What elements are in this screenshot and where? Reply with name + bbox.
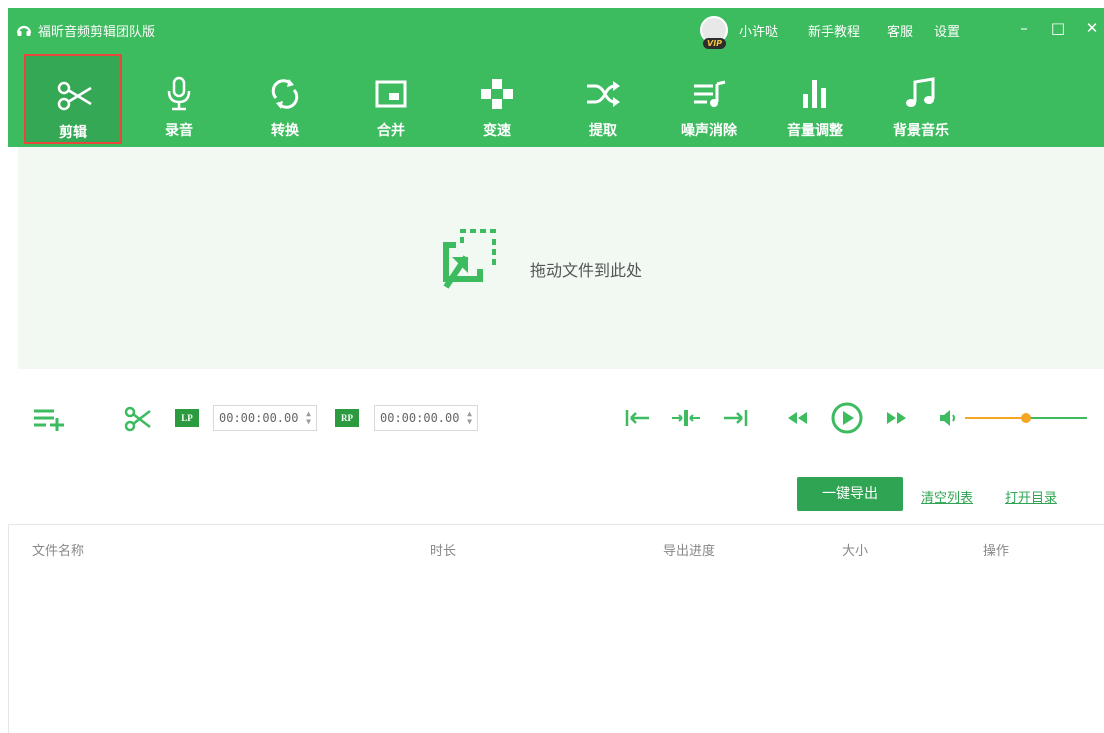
- tool-label: 提取: [589, 123, 617, 139]
- column-header-size: 大小: [842, 544, 869, 559]
- tool-label: 转换: [271, 123, 299, 139]
- tool-label: 录音: [165, 123, 193, 139]
- column-header-progress: 导出进度: [663, 544, 716, 559]
- tool-label: 背景音乐: [893, 123, 949, 139]
- list-border: [8, 525, 9, 733]
- maximize-button[interactable]: □: [1048, 18, 1068, 38]
- tool-extract[interactable]: 提取: [554, 54, 652, 144]
- rp-badge: RP: [335, 409, 359, 427]
- app-title: 福昕音频剪辑团队版: [38, 25, 156, 40]
- open-directory-link[interactable]: 打开目录: [1005, 487, 1057, 506]
- column-header-filename: 文件名称: [32, 544, 85, 559]
- minimize-button[interactable]: –: [1014, 18, 1034, 38]
- app-window: 福昕音频剪辑团队版 VIP 小许哒 新手教程 客服 设置 – □ ✕ 剪辑 录音: [8, 8, 1104, 733]
- rp-stepper-icon[interactable]: ▲ ▼: [467, 410, 472, 426]
- close-button[interactable]: ✕: [1082, 18, 1102, 38]
- menu-service[interactable]: 客服: [887, 21, 913, 40]
- tool-cut[interactable]: 剪辑: [24, 54, 122, 144]
- noise-icon: [694, 80, 726, 107]
- tool-label: 合并: [377, 123, 405, 139]
- tool-merge[interactable]: 合并: [342, 54, 440, 144]
- tool-speed[interactable]: 变速: [448, 54, 546, 144]
- play-icon[interactable]: [830, 401, 864, 435]
- lp-stepper-icon[interactable]: ▲ ▼: [306, 410, 311, 426]
- shuffle-icon: [587, 81, 620, 107]
- function-toolbar: 剪辑 录音 转换 合并 变速 提取 噪声消除 音量调整 背景音乐: [8, 52, 1104, 147]
- tool-convert[interactable]: 转换: [236, 54, 334, 144]
- rp-time-value: 00:00:00.00: [380, 411, 460, 425]
- cut-icon[interactable]: [124, 406, 152, 432]
- drop-hint-text: 拖动文件到此处: [530, 261, 643, 280]
- tool-label: 变速: [483, 123, 511, 139]
- convert-icon: [271, 79, 299, 109]
- split-icon[interactable]: [670, 407, 702, 429]
- tool-denoise[interactable]: 噪声消除: [660, 54, 758, 144]
- tool-volume[interactable]: 音量调整: [766, 54, 864, 144]
- lp-time-value: 00:00:00.00: [219, 411, 299, 425]
- tool-record[interactable]: 录音: [130, 54, 228, 144]
- set-start-icon[interactable]: [623, 407, 651, 429]
- menu-settings[interactable]: 设置: [934, 21, 960, 40]
- vip-badge: VIP: [703, 38, 727, 49]
- export-button[interactable]: 一键导出: [797, 477, 903, 511]
- file-drop-zone[interactable]: 拖动文件到此处: [18, 147, 1104, 369]
- microphone-icon: [167, 76, 191, 111]
- title-bar: 福昕音频剪辑团队版 VIP 小许哒 新手教程 客服 设置 – □ ✕: [8, 8, 1104, 52]
- rp-time-input[interactable]: 00:00:00.00 ▲ ▼: [374, 405, 478, 431]
- add-list-icon[interactable]: [32, 407, 66, 431]
- volume-icon[interactable]: [938, 409, 958, 427]
- set-end-icon[interactable]: [722, 407, 750, 429]
- tool-label: 音量调整: [787, 123, 843, 139]
- volume-knob[interactable]: [1021, 413, 1031, 423]
- volume-bars-icon: [803, 80, 826, 108]
- list-divider: [8, 524, 1104, 525]
- lp-time-input[interactable]: 00:00:00.00 ▲ ▼: [213, 405, 317, 431]
- tool-label: 剪辑: [59, 125, 87, 141]
- rewind-icon[interactable]: [786, 410, 810, 426]
- user-name[interactable]: 小许哒: [739, 21, 778, 40]
- music-note-icon: [906, 77, 935, 107]
- menu-tutorial[interactable]: 新手教程: [808, 21, 860, 40]
- tool-bgm[interactable]: 背景音乐: [872, 54, 970, 144]
- volume-fill: [965, 417, 1026, 419]
- drag-file-icon: [443, 229, 496, 289]
- headphones-logo-icon: [16, 25, 32, 36]
- fast-forward-icon[interactable]: [884, 410, 908, 426]
- clear-list-link[interactable]: 清空列表: [921, 487, 973, 506]
- speed-icon: [481, 79, 513, 109]
- merge-icon: [375, 80, 407, 108]
- column-header-duration: 时长: [430, 544, 457, 559]
- scissors-icon: [57, 81, 92, 111]
- column-header-actions: 操作: [983, 544, 1010, 559]
- lp-badge: LP: [175, 409, 199, 427]
- tool-label: 噪声消除: [681, 123, 737, 139]
